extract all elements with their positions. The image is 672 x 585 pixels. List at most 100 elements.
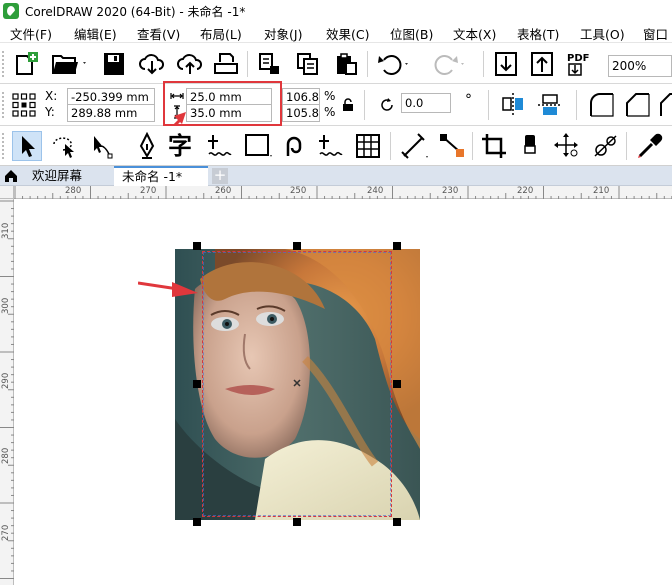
- eraser-tool-icon[interactable]: [518, 132, 544, 160]
- menu-window[interactable]: 窗口: [643, 24, 668, 43]
- rotation-icon: [378, 96, 396, 114]
- resize-handle-top-right[interactable]: [393, 242, 401, 250]
- paste-icon[interactable]: [334, 52, 358, 76]
- toolbar-grip: [2, 51, 5, 77]
- rectangle-tool-icon[interactable]: [244, 133, 272, 159]
- menu-file[interactable]: 文件(F): [10, 24, 52, 43]
- freehand-pick-icon[interactable]: [50, 132, 80, 160]
- menu-text[interactable]: 文本(X): [453, 24, 496, 43]
- mirror-vertical-icon[interactable]: [537, 92, 563, 118]
- toolbar-separator: [483, 51, 484, 77]
- vertical-ruler[interactable]: 310 300 290 280 270: [0, 199, 14, 585]
- eyedropper-icon[interactable]: [636, 132, 664, 160]
- x-position-label: X:: [45, 89, 58, 103]
- h-ruler-label: 220: [517, 186, 534, 196]
- toolbox: 字: [0, 126, 672, 166]
- horizontal-ruler[interactable]: 280 270 260 250 240 230 220 210: [14, 186, 672, 199]
- pick-tool-icon[interactable]: [12, 131, 42, 161]
- dimension-tool-icon[interactable]: [400, 132, 428, 160]
- resize-handle-top[interactable]: [293, 242, 301, 250]
- standard-toolbar: PDF 200%: [0, 42, 672, 84]
- zoom-level-input[interactable]: 200%: [608, 55, 672, 77]
- reference-point-icon[interactable]: [12, 93, 36, 117]
- menu-effects[interactable]: 效果(C): [326, 24, 369, 43]
- toolbox-grip: [2, 133, 5, 159]
- export-icon[interactable]: [530, 51, 554, 77]
- connector-tool-icon[interactable]: [316, 132, 346, 160]
- open-folder-icon[interactable]: [52, 53, 88, 75]
- add-tab-button[interactable]: +: [212, 168, 228, 184]
- v-ruler-label: 270: [1, 524, 11, 541]
- copy-pages-icon[interactable]: [296, 52, 320, 76]
- h-ruler-label: 280: [65, 186, 82, 196]
- resize-handle-bottom-left[interactable]: [193, 518, 201, 526]
- menu-table[interactable]: 表格(T): [517, 24, 559, 43]
- toolbox-separator: [626, 132, 627, 160]
- tab-welcome-screen[interactable]: 欢迎屏幕: [24, 166, 90, 186]
- print-icon[interactable]: [213, 52, 239, 76]
- cloud-download-icon[interactable]: [138, 52, 166, 76]
- transparency-tool-icon[interactable]: [592, 132, 620, 160]
- shape-tool-icon[interactable]: [88, 132, 116, 160]
- menu-view[interactable]: 查看(V): [137, 24, 180, 43]
- h-ruler-label: 260: [215, 186, 232, 196]
- horizontal-ruler-ticks: [14, 186, 672, 199]
- menu-object[interactable]: 对象(J): [264, 24, 302, 43]
- h-ruler-label: 210: [593, 186, 610, 196]
- import-icon[interactable]: [494, 51, 518, 77]
- resize-handle-bottom-right[interactable]: [393, 518, 401, 526]
- center-marker-icon[interactable]: [293, 379, 301, 387]
- scale-x-percent: %: [324, 89, 336, 103]
- parallel-dimension-icon[interactable]: [205, 132, 235, 160]
- mirror-horizontal-icon[interactable]: [500, 92, 526, 118]
- scale-y-percent: %: [324, 105, 336, 119]
- red-arrow-annotation: [138, 280, 200, 300]
- y-position-label: Y:: [45, 105, 55, 119]
- cloud-upload-icon[interactable]: [176, 52, 204, 76]
- degree-symbol: °: [465, 92, 472, 108]
- h-ruler-label: 230: [442, 186, 459, 196]
- round-corner-icon[interactable]: [588, 91, 616, 119]
- v-ruler-label: 290: [1, 372, 11, 389]
- y-position-input[interactable]: 289.88 mm: [67, 104, 155, 122]
- svg-text:PDF: PDF: [567, 53, 589, 64]
- toolbox-separator: [472, 132, 473, 160]
- coreldraw-logo-icon: [3, 3, 19, 19]
- menu-bar: 文件(F) 编辑(E) 查看(V) 布局(L) 对象(J) 效果(C) 位图(B…: [0, 22, 672, 42]
- scale-y-input[interactable]: 105.8: [282, 104, 320, 122]
- home-icon[interactable]: [4, 169, 18, 183]
- pen-tool-icon[interactable]: [134, 132, 160, 160]
- smart-fill-icon[interactable]: [438, 132, 466, 160]
- resize-handle-top-left[interactable]: [193, 242, 201, 250]
- menu-edit[interactable]: 编辑(E): [74, 24, 117, 43]
- propbar-separator: [576, 90, 577, 120]
- resize-handle-right[interactable]: [393, 380, 401, 388]
- copy-icon[interactable]: [258, 52, 282, 76]
- tab-untitled-document[interactable]: 未命名 -1*: [114, 166, 208, 186]
- lock-ratio-icon[interactable]: [342, 98, 354, 112]
- resize-handle-left[interactable]: [193, 380, 201, 388]
- chamfer-corner-icon[interactable]: [658, 91, 672, 119]
- pdf-icon[interactable]: PDF: [566, 50, 594, 78]
- scalloped-corner-icon[interactable]: [624, 91, 652, 119]
- propbar-separator: [488, 90, 489, 120]
- v-ruler-label: 310: [1, 222, 11, 239]
- crop-tool-icon[interactable]: [480, 132, 508, 160]
- new-doc-icon[interactable]: [14, 51, 40, 77]
- resize-handle-bottom[interactable]: [293, 518, 301, 526]
- text-tool-icon[interactable]: 字: [168, 132, 192, 160]
- save-icon[interactable]: [103, 52, 125, 76]
- menu-bitmaps[interactable]: 位图(B): [390, 24, 433, 43]
- toolbar-separator: [367, 51, 368, 77]
- move-tool-icon[interactable]: [553, 132, 583, 160]
- menu-tools[interactable]: 工具(O): [580, 24, 625, 43]
- redo-icon[interactable]: [430, 52, 466, 76]
- menu-layout[interactable]: 布局(L): [200, 24, 242, 43]
- undo-icon[interactable]: [376, 52, 412, 76]
- spiral-tool-icon[interactable]: [282, 132, 308, 160]
- rotation-angle-input[interactable]: 0.0: [401, 93, 451, 113]
- table-tool-icon[interactable]: [355, 133, 381, 159]
- propbar-separator: [364, 90, 365, 120]
- ruler-corner[interactable]: [0, 186, 14, 199]
- title-bar: CorelDRAW 2020 (64-Bit) - 未命名 -1*: [0, 0, 672, 22]
